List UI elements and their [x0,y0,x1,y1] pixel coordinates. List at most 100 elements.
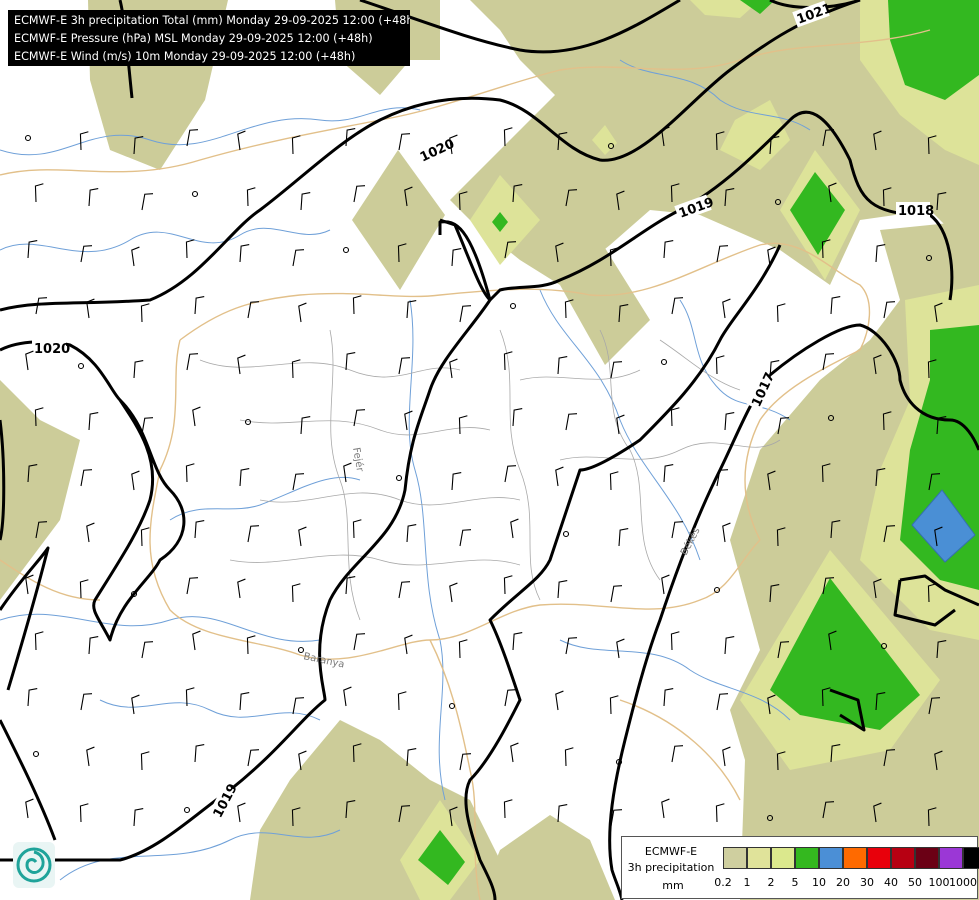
wind-barb-icon [510,518,519,539]
wind-barb-icon [722,298,731,319]
wind-barb-icon [292,473,305,491]
legend-tick: 30 [860,876,874,889]
wind-barb-icon [406,524,417,543]
legend-tick: 2 [767,876,775,889]
legend-swatch [819,847,843,869]
wind-barb-icon [404,634,413,655]
wind-barb-icon [564,747,574,767]
wind-barb-icon [27,240,38,259]
wind-barb-icon [663,240,674,259]
legend-swatch [771,847,795,869]
calm-wind-icon [660,358,668,366]
wind-barb-icon [353,633,366,651]
calm-wind-icon [562,530,570,538]
legend-swatch [891,847,915,869]
wind-barb-icon [237,578,246,599]
wind-barb-icon [510,742,519,763]
wind-barb-icon [291,135,301,155]
wind-barb-icon [458,415,468,435]
wind-barb-icon [715,355,725,375]
wind-barb-icon [141,193,154,211]
wind-barb-icon [616,638,625,659]
wind-barb-icon [194,744,205,763]
legend-tick: 20 [836,876,850,889]
admin-boundary-layer [199,329,781,621]
wind-barb-icon [512,408,523,427]
isobar-label: 1018 [898,204,934,219]
precipitation-legend: ECMWF-E 3h precipitation mm 0.2 1 2 5 10 20 30… [621,836,979,899]
wind-barb-icon [398,133,411,151]
wind-barb-icon [88,188,99,207]
wind-barb-icon [557,580,568,599]
legend-swatch [963,847,979,869]
legend-tick: 10 [812,876,826,889]
wind-barb-icon [504,465,517,483]
wind-barb-icon [449,582,458,603]
wind-barb-icon [140,751,150,771]
wind-barb-icon [300,192,311,211]
wind-barb-icon [345,352,356,371]
legend-swatch [939,847,963,869]
legend-swatch [747,847,771,869]
legend-title-variable: 3h precipitation [627,861,715,874]
wind-barb-icon [194,520,205,539]
legend-tick: 40 [884,876,898,889]
wind-barb-icon [247,525,260,543]
wind-barb-icon [140,303,150,323]
legend-tick: 100 [928,876,950,889]
wind-barb-icon [503,575,513,595]
legend-swatch [723,847,747,869]
wind-barb-icon [133,360,144,379]
wind-barb-icon [291,359,301,379]
wind-barb-icon [140,527,150,547]
wind-barb-icon [398,357,411,375]
wind-barb-icon [557,356,568,375]
wind-barb-icon [715,803,725,823]
region-label-bekes: Békés [678,525,703,557]
wind-barb-icon [830,296,841,315]
wind-barb-icon [343,462,352,483]
wind-barb-icon [239,468,250,487]
wind-barb-icon [239,244,250,263]
wind-barb-icon [670,631,680,651]
wind-barb-icon [88,636,99,655]
legend-tick: 1000 [949,876,977,889]
wind-barb-icon [609,471,619,491]
legend-title-model: ECMWF-E [644,845,698,858]
wind-barb-icon [86,746,95,767]
wind-barb-icon [724,636,735,655]
wind-barb-icon [192,406,201,427]
wind-barb-icon [343,686,352,707]
wind-barb-icon [185,463,195,483]
wind-barb-icon [88,412,99,431]
wind-barb-icon [670,407,680,427]
map-title-box: ECMWF-E 3h precipitation Total (mm) Mond… [8,10,410,66]
legend-swatch [795,847,819,869]
wind-barb-icon [555,466,564,487]
calm-wind-icon [509,302,517,310]
wind-barb-icon [512,632,523,651]
wind-barb-icon [724,412,735,431]
legend-tick: 0.2 [714,876,732,889]
calm-wind-icon [183,806,191,814]
wind-barb-icon [352,295,362,315]
wind-barb-icon [192,630,201,651]
wind-barb-icon [663,464,674,483]
wind-barb-icon [398,581,411,599]
calm-wind-icon [24,134,32,142]
legend-tick: 50 [908,876,922,889]
wind-barb-icon [298,302,307,323]
wind-barb-icon [292,249,305,267]
calm-wind-icon [342,246,350,254]
wind-barb-icon [716,693,729,711]
wind-barb-icon [80,469,93,487]
wind-barb-icon [671,521,684,539]
calm-wind-icon [395,474,403,482]
legend-swatch [843,847,867,869]
wind-barb-icon [34,183,44,203]
wind-barb-icon [34,631,44,651]
wind-barb-icon [503,799,513,819]
wind-barb-icon [722,746,731,767]
wind-barb-icon [131,470,140,491]
wind-barb-icon [610,585,623,603]
